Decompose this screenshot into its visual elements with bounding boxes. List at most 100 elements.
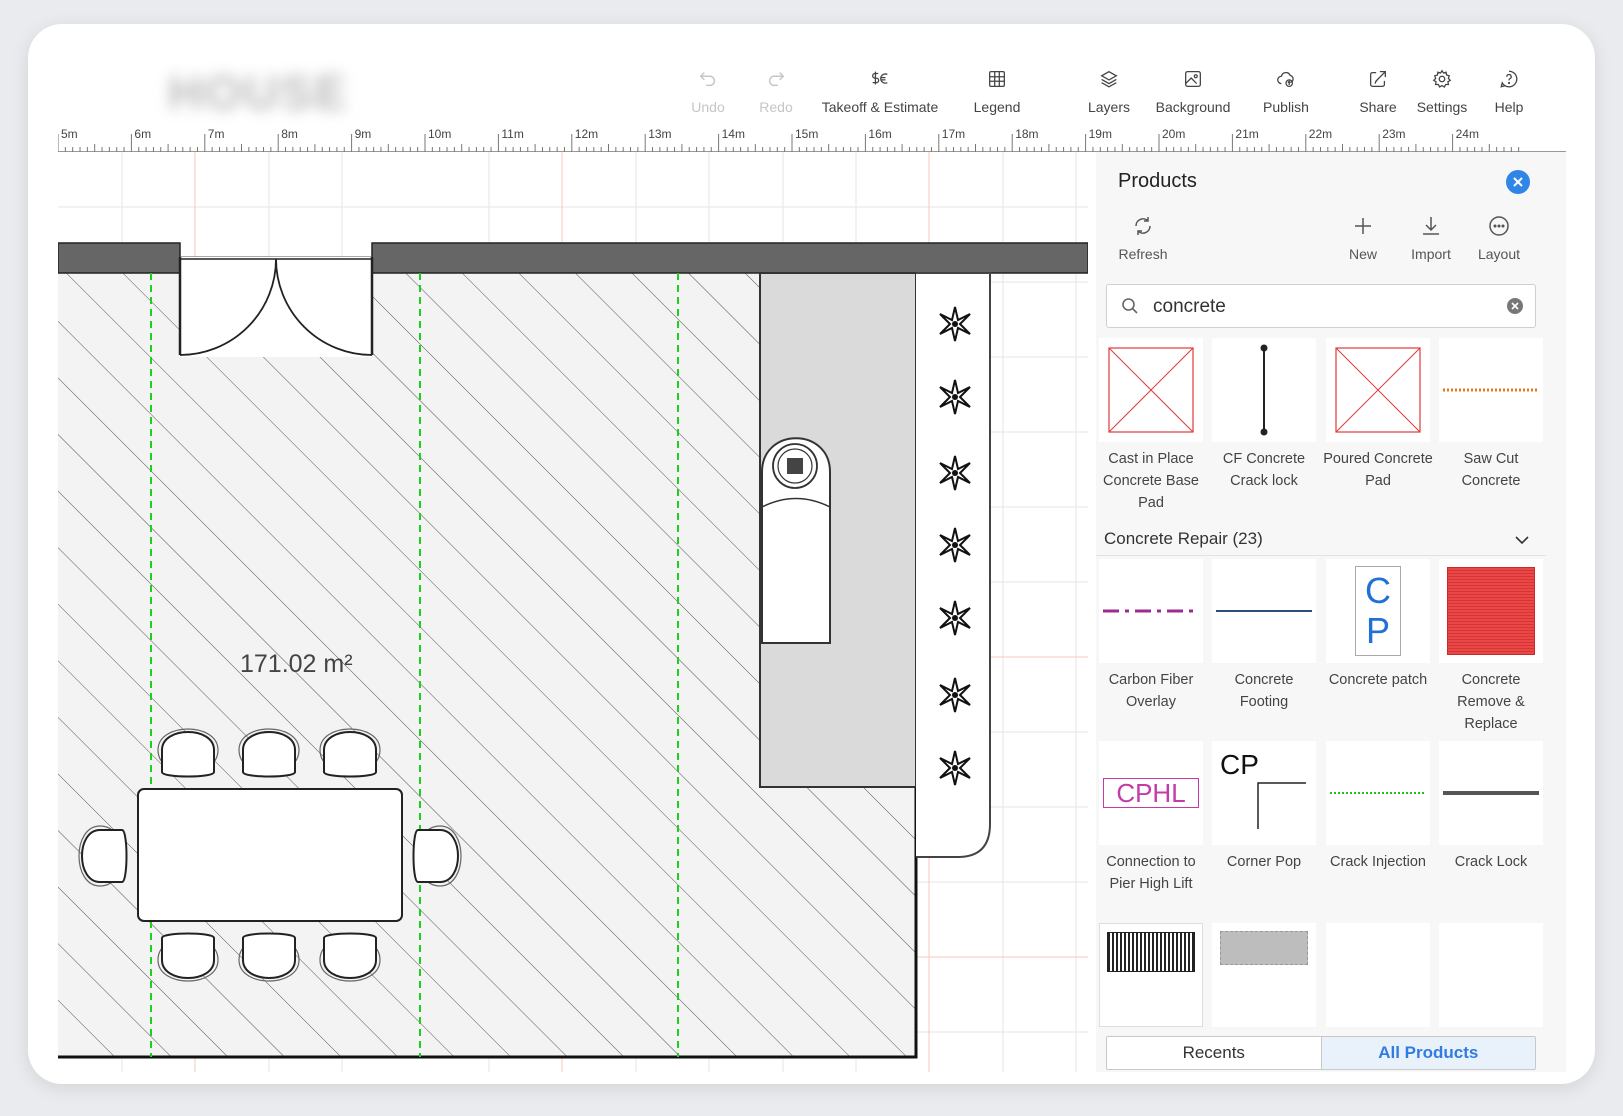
dotted-line-symbol bbox=[1443, 388, 1539, 392]
product-thumbnail: C P bbox=[1326, 559, 1430, 663]
ruler-label: 8m bbox=[281, 127, 298, 141]
redo-label: Redo bbox=[759, 99, 793, 115]
ruler-label: 17m bbox=[941, 127, 966, 141]
ruler-label: 7m bbox=[207, 127, 225, 141]
ruler-label: 10m bbox=[428, 127, 452, 141]
layers-button[interactable]: Layers bbox=[1078, 60, 1140, 124]
product-label: Crack Injection bbox=[1330, 854, 1426, 870]
wall-segment-left[interactable] bbox=[58, 242, 181, 274]
toolbar: HOUSE Undo Redo Takeoff & Estimate Legen… bbox=[58, 60, 1566, 124]
ruler-label: 23m bbox=[1382, 127, 1406, 141]
legend-button[interactable]: Legend bbox=[962, 60, 1032, 124]
product-tile[interactable]: Crack Lock bbox=[1439, 741, 1543, 873]
product-tile[interactable]: CPHL Connection to Pier High Lift bbox=[1099, 741, 1203, 895]
layout-label: Layout bbox=[1477, 246, 1521, 262]
floor-plan-canvas[interactable]: 171.02 m² bbox=[58, 152, 1088, 1072]
new-button[interactable]: New bbox=[1328, 214, 1398, 262]
product-tile[interactable] bbox=[1099, 923, 1203, 1027]
product-thumbnail bbox=[1212, 338, 1316, 442]
tab-all-products[interactable]: All Products bbox=[1320, 1037, 1535, 1069]
undo-button[interactable]: Undo bbox=[678, 60, 738, 124]
product-tile[interactable]: CF Concrete Crack lock bbox=[1212, 338, 1316, 492]
area-measurement[interactable]: 171.02 m² bbox=[240, 650, 353, 679]
solid-line-symbol bbox=[1216, 610, 1312, 612]
product-thumbnail bbox=[1439, 559, 1543, 663]
product-thumbnail bbox=[1326, 923, 1430, 1027]
cloud-upload-icon bbox=[1277, 71, 1294, 87]
close-panel-button[interactable] bbox=[1506, 170, 1530, 194]
corner-pop-symbol: CP bbox=[1220, 749, 1259, 780]
product-tile[interactable]: C P Concrete patch bbox=[1326, 559, 1430, 691]
product-tile[interactable]: Poured Concrete Pad bbox=[1323, 338, 1433, 492]
product-tile[interactable]: Carbon Fiber Overlay bbox=[1099, 559, 1203, 713]
refresh-button[interactable]: Refresh bbox=[1108, 214, 1178, 262]
search-input[interactable] bbox=[1153, 293, 1493, 321]
grid-table-icon bbox=[989, 71, 1005, 87]
counter-appliance[interactable] bbox=[761, 437, 831, 644]
settings-button[interactable]: Settings bbox=[1410, 60, 1474, 124]
ruler-label: 20m bbox=[1162, 127, 1186, 141]
crack-lock-symbol bbox=[1260, 344, 1268, 436]
import-label: Import bbox=[1411, 246, 1451, 262]
green-dotted-line-symbol bbox=[1330, 792, 1426, 794]
tab-recents[interactable]: Recents bbox=[1107, 1037, 1321, 1069]
product-thumbnail bbox=[1439, 741, 1543, 845]
gear-icon bbox=[1432, 69, 1452, 88]
layout-button[interactable]: Layout bbox=[1464, 214, 1534, 262]
product-label: Carbon Fiber Overlay bbox=[1108, 672, 1194, 710]
thick-line-symbol bbox=[1443, 791, 1539, 795]
help-label: Help bbox=[1494, 99, 1524, 115]
product-label: Concrete Remove & Replace bbox=[1457, 672, 1525, 732]
plus-icon bbox=[1355, 218, 1371, 234]
ruler-label: 13m bbox=[648, 127, 672, 141]
ruler-label: 16m bbox=[868, 127, 892, 141]
settings-label: Settings bbox=[1416, 99, 1468, 115]
import-button[interactable]: Import bbox=[1396, 214, 1466, 262]
ruler-label: 15m bbox=[795, 127, 819, 141]
product-thumbnail: CP bbox=[1212, 741, 1316, 845]
ruler-label: 12m bbox=[574, 127, 599, 141]
download-icon bbox=[1423, 217, 1439, 235]
takeoff-estimate-button[interactable]: Takeoff & Estimate bbox=[818, 60, 942, 124]
panel-tabs: Recents All Products bbox=[1106, 1036, 1536, 1070]
layers-icon bbox=[1100, 70, 1118, 88]
product-tile[interactable]: Crack Injection bbox=[1326, 741, 1430, 873]
double-door[interactable] bbox=[178, 256, 374, 357]
product-label: Saw Cut Concrete bbox=[1461, 451, 1521, 489]
product-tile[interactable] bbox=[1326, 923, 1430, 1027]
striped-fill-symbol bbox=[1107, 932, 1195, 972]
dash-dot-line-symbol bbox=[1103, 609, 1199, 613]
ruler-label: 21m bbox=[1235, 127, 1259, 141]
product-label: Corner Pop bbox=[1226, 854, 1302, 870]
product-tile[interactable]: Concrete Remove & Replace bbox=[1439, 559, 1543, 735]
panel-title: Products bbox=[1118, 170, 1197, 192]
product-thumbnail: CPHL bbox=[1099, 741, 1203, 845]
product-thumbnail bbox=[1326, 741, 1430, 845]
product-tile[interactable]: Saw Cut Concrete bbox=[1439, 338, 1543, 492]
product-tile[interactable] bbox=[1212, 923, 1316, 1027]
product-tile[interactable] bbox=[1439, 923, 1543, 1027]
help-button[interactable]: Help bbox=[1484, 60, 1534, 124]
ruler-label: 22m bbox=[1308, 127, 1333, 141]
background-button[interactable]: Background bbox=[1148, 60, 1238, 124]
product-tile[interactable]: CP Corner Pop bbox=[1212, 741, 1316, 873]
new-label: New bbox=[1348, 246, 1377, 262]
product-label: Connection to Pier High Lift bbox=[1106, 854, 1196, 892]
category-header[interactable]: Concrete Repair (23) bbox=[1096, 522, 1546, 556]
product-tile[interactable]: Cast in Place Concrete Base Pad bbox=[1099, 338, 1203, 514]
wall-segment-right[interactable] bbox=[371, 242, 1088, 274]
product-tile[interactable]: Concrete Footing bbox=[1212, 559, 1316, 713]
product-thumbnail bbox=[1326, 338, 1430, 442]
more-horizontal-icon bbox=[1489, 216, 1509, 236]
share-button[interactable]: Share bbox=[1348, 60, 1408, 124]
redo-button[interactable]: Redo bbox=[746, 60, 806, 124]
publish-button[interactable]: Publish bbox=[1254, 60, 1318, 124]
horizontal-ruler[interactable]: 5m 6m 7m 8m 9m 10m 11m 12m 13m 14m 15m 16m 17m 18m 19m… bbox=[58, 124, 1566, 152]
product-label: CF Concrete Crack lock bbox=[1222, 451, 1306, 489]
app: HOUSE Undo Redo Takeoff & Estimate Legen… bbox=[58, 60, 1566, 1072]
clear-search-button[interactable] bbox=[1507, 298, 1523, 314]
redo-icon bbox=[768, 72, 785, 87]
x-box-symbol bbox=[1108, 347, 1194, 433]
help-icon bbox=[1500, 70, 1518, 88]
search-icon bbox=[1122, 298, 1138, 314]
